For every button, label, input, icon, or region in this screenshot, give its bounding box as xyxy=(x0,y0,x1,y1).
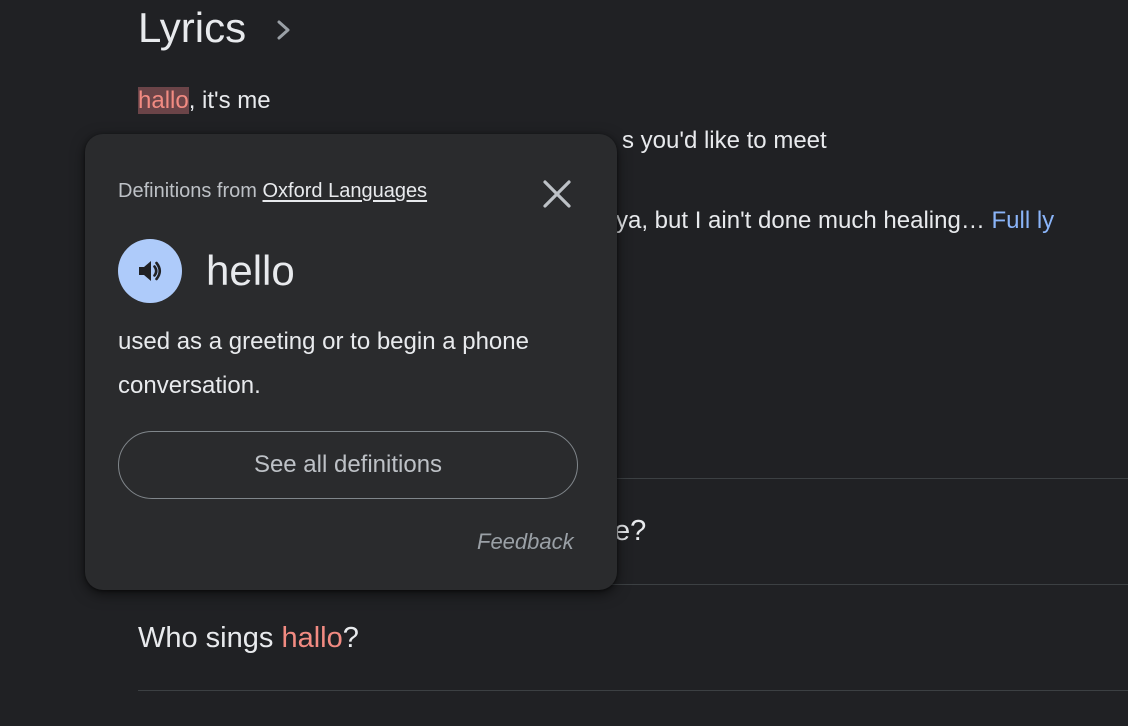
faq-question-2-suffix: ? xyxy=(342,622,359,654)
see-all-definitions-button[interactable]: See all definitions xyxy=(118,431,578,499)
lyric-line-3: ya, but I ain't done much healing… Full … xyxy=(616,204,1054,238)
lyric-line-1: hallo, it's me xyxy=(138,84,271,118)
definition-word: hello xyxy=(206,247,295,294)
chevron-right-icon[interactable] xyxy=(272,14,296,46)
definition-popup: Definitions from Oxford Languages hello … xyxy=(85,134,617,590)
definition-text: used as a greeting or to begin a phone c… xyxy=(118,328,529,399)
oxford-languages-link[interactable]: Oxford Languages xyxy=(263,180,428,202)
close-icon[interactable] xyxy=(537,174,577,214)
faq-divider xyxy=(138,690,1128,691)
faq-question-2-prefix: Who sings xyxy=(138,622,282,654)
highlighted-word[interactable]: hallo xyxy=(138,87,189,114)
faq-question-2-highlight: hallo xyxy=(281,622,343,654)
lyric-line-3-text: ya, but I ain't done much healing… xyxy=(616,207,985,234)
speaker-icon xyxy=(139,261,162,281)
full-lyrics-link[interactable]: Full ly xyxy=(991,207,1054,234)
faq-question-1[interactable]: e? xyxy=(614,511,646,551)
lyric-line-2: s you'd like to meet xyxy=(622,127,827,154)
faq-question-2[interactable]: Who sings hallo? xyxy=(138,618,359,658)
lyric-line-1-text: , it's me xyxy=(188,87,271,114)
pronunciation-button[interactable] xyxy=(118,239,182,303)
see-all-definitions-label: See all definitions xyxy=(253,451,443,478)
definition-source: Definitions from Oxford Languages xyxy=(118,178,427,204)
definition-source-prefix: Definitions from xyxy=(118,180,263,202)
lyrics-title[interactable]: Lyrics xyxy=(138,2,246,54)
feedback-link[interactable]: Feedback xyxy=(477,527,574,557)
